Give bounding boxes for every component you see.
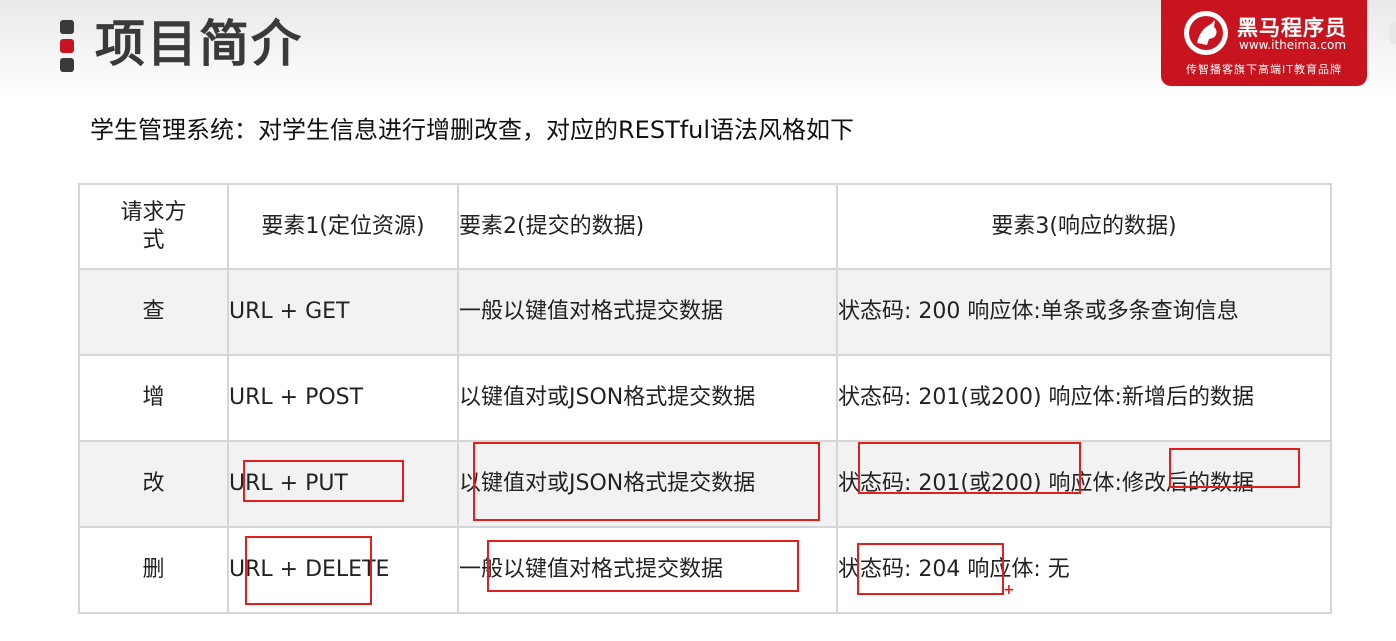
table-row: 增 URL + POST 以键值对或JSON格式提交数据 状态码: 201(或2… [78,354,1332,442]
cell-method: 查 [78,268,229,356]
cell-method: 增 [78,354,229,442]
table-row: 删 URL + DELETE 一般以键值对格式提交数据 状态码: 204 响应体… [78,526,1332,614]
annotation-plus-mark: + [1003,582,1015,598]
header-cell-submit: 要素2(提交的数据) [457,183,838,270]
edge-tab [1389,22,1396,44]
intro-text: 学生管理系统：对学生信息进行增删改查，对应的RESTful语法风格如下 [90,116,855,144]
table-header-row: 请求方式 要素1(定位资源) 要素2(提交的数据) 要素3(响应的数据) [78,183,1332,270]
cell-response: 状态码: 200 响应体:单条或多条查询信息 [836,268,1332,356]
cell-resource: URL + DELETE [227,526,459,614]
brand-logo: 黑马程序员 www.itheima.com 传智播客旗下高端IT教育品牌 [1161,0,1367,86]
brand-url: www.itheima.com [1239,38,1347,52]
cell-submit: 以键值对或JSON格式提交数据 [457,354,838,442]
horse-logo-icon [1184,11,1228,55]
cell-submit: 一般以键值对格式提交数据 [457,526,838,614]
cell-method: 删 [78,526,229,614]
cell-method: 改 [78,440,229,528]
page-title: 项目简介 [95,15,303,73]
table-row: 改 URL + PUT 以键值对或JSON格式提交数据 状态码: 201(或20… [78,440,1332,528]
header-cell-resource: 要素1(定位资源) [227,183,459,270]
header-cell-response: 要素3(响应的数据) [836,183,1332,270]
brand-tagline: 传智播客旗下高端IT教育品牌 [1186,63,1342,76]
cell-resource: URL + GET [227,268,459,356]
title-marker-icon [60,20,74,72]
header-cell-method: 请求方式 [78,183,229,270]
table-row: 查 URL + GET 一般以键值对格式提交数据 状态码: 200 响应体:单条… [78,268,1332,356]
cell-submit: 以键值对或JSON格式提交数据 [457,440,838,528]
cell-resource: URL + PUT [227,440,459,528]
cell-response: 状态码: 204 响应体: 无 [836,526,1332,614]
cell-response: 状态码: 201(或200) 响应体:修改后的数据 [836,440,1332,528]
cell-response: 状态码: 201(或200) 响应体:新增后的数据 [836,354,1332,442]
cell-resource: URL + POST [227,354,459,442]
cell-submit: 一般以键值对格式提交数据 [457,268,838,356]
restful-table: 请求方式 要素1(定位资源) 要素2(提交的数据) 要素3(响应的数据) 查 U… [78,183,1332,614]
